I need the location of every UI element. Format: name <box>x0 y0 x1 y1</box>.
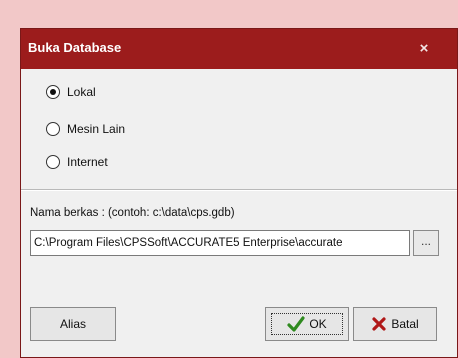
file-name-label: Nama berkas : (contoh: c:\data\cps.gdb) <box>30 207 235 219</box>
dialog-title: Buka Database <box>28 40 122 55</box>
alias-button[interactable]: Alias <box>30 307 116 341</box>
x-icon <box>371 316 387 332</box>
radio-other-machine-circle[interactable] <box>46 122 60 136</box>
radio-other-machine-label: Mesin Lain <box>67 122 126 136</box>
radio-local-label: Lokal <box>67 85 96 99</box>
ok-button[interactable]: OK <box>265 307 349 341</box>
ok-button-label: OK <box>309 317 327 331</box>
radio-internet-circle[interactable] <box>46 155 60 169</box>
checkmark-icon <box>287 316 305 332</box>
open-database-dialog: Buka Database × Lokal Mesin Lain Interne… <box>20 28 458 358</box>
dialog-titlebar: Buka Database × <box>21 29 457 69</box>
radio-internet-label: Internet <box>67 155 108 169</box>
cancel-button[interactable]: Batal <box>353 307 437 341</box>
alias-button-label: Alias <box>59 317 86 331</box>
separator <box>21 189 457 191</box>
close-icon[interactable]: × <box>413 38 435 60</box>
browse-button[interactable]: ... <box>413 230 439 256</box>
radio-local-circle[interactable] <box>46 85 60 99</box>
file-path-input[interactable] <box>30 230 410 256</box>
cancel-button-label: Batal <box>391 317 419 331</box>
